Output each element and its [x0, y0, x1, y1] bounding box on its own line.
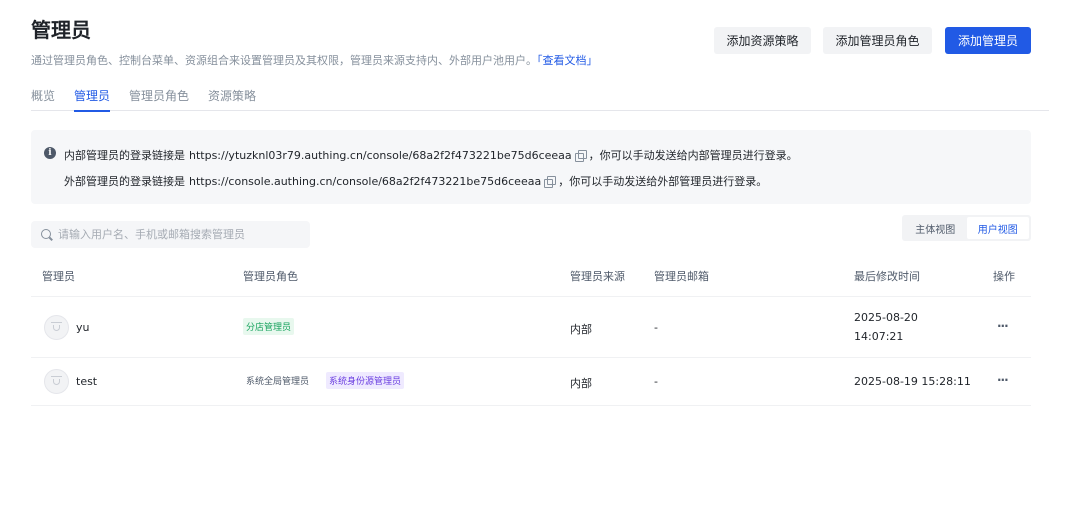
more-actions-icon[interactable]: ··· — [997, 319, 1009, 333]
tab-bar: 概览 管理员 管理员角色 资源策略 — [31, 88, 1049, 112]
search-icon — [41, 228, 53, 241]
admin-name: yu — [76, 321, 90, 334]
admin-source: 内部 — [570, 323, 592, 336]
subject-view-option[interactable]: 主体视图 — [904, 217, 967, 239]
table-row: test 系统全局管理员 系统身份源管理员 内部 - 2025-08-19 15… — [31, 357, 1031, 405]
view-docs-link[interactable]: 「查看文档」 — [537, 54, 598, 67]
search-box — [31, 221, 310, 248]
copy-icon[interactable] — [574, 149, 587, 162]
external-login-info: 外部管理员的登录链接是 https://console.authing.cn/c… — [64, 173, 767, 189]
add-resource-policy-button[interactable]: 添加资源策略 — [714, 27, 811, 54]
tab-admins[interactable]: 管理员 — [74, 88, 111, 112]
column-header-modified: 最后修改时间 — [854, 270, 920, 283]
table-row: yu 分店管理员 内部 - 2025-08-20 14:07:21 ··· — [31, 296, 1031, 357]
internal-login-info: 内部管理员的登录链接是 https://ytuzknl03r79.authing… — [64, 147, 798, 163]
table-bottom-border — [31, 405, 1031, 406]
internal-login-prefix: 内部管理员的登录链接是 — [64, 149, 185, 162]
tab-overview[interactable]: 概览 — [31, 88, 55, 111]
add-admin-role-button[interactable]: 添加管理员角色 — [823, 27, 932, 54]
add-admin-button[interactable]: 添加管理员 — [945, 27, 1031, 54]
modified-date: 2025-08-20 — [854, 311, 918, 324]
admin-email: - — [654, 321, 658, 334]
user-view-option[interactable]: 用户视图 — [966, 217, 1029, 239]
modified-time: 14:07:21 — [854, 330, 904, 343]
role-tag: 系统全局管理员 — [246, 377, 310, 387]
admin-email: - — [654, 375, 658, 388]
admin-source: 内部 — [570, 377, 592, 390]
column-header-actions: 操作 — [993, 270, 1015, 283]
tab-resource-policies[interactable]: 资源策略 — [208, 88, 256, 111]
role-tag: 分店管理员 — [243, 318, 295, 335]
external-login-url: https://console.authing.cn/console/68a2f… — [189, 174, 542, 188]
admin-name: test — [76, 375, 98, 388]
column-header-role: 管理员角色 — [243, 270, 298, 283]
tab-admin-roles[interactable]: 管理员角色 — [129, 88, 189, 111]
column-header-source: 管理员来源 — [570, 270, 625, 283]
column-header-admin: 管理员 — [42, 270, 75, 283]
avatar — [44, 315, 69, 340]
description-text: 通过管理员角色、控制台菜单、资源组合来设置管理员及其权限，管理员来源支持内、外部… — [31, 54, 537, 67]
external-login-suffix: ，你可以手动发送给外部管理员进行登录。 — [558, 175, 768, 188]
search-input[interactable] — [58, 228, 298, 241]
info-icon: i — [44, 147, 56, 159]
internal-login-suffix: ，你可以手动发送给内部管理员进行登录。 — [588, 149, 798, 162]
modified-datetime: 2025-08-19 15:28:11 — [854, 375, 971, 388]
column-header-email: 管理员邮箱 — [654, 270, 709, 283]
view-switch: 主体视图 用户视图 — [902, 215, 1031, 241]
page-title: 管理员 — [31, 18, 91, 42]
avatar — [44, 369, 69, 394]
page-description: 通过管理员角色、控制台菜单、资源组合来设置管理员及其权限，管理员来源支持内、外部… — [31, 52, 598, 68]
more-actions-icon[interactable]: ··· — [997, 373, 1009, 387]
login-link-info-box: i 内部管理员的登录链接是 https://ytuzknl03r79.authi… — [31, 130, 1031, 204]
copy-icon[interactable] — [544, 175, 557, 188]
external-login-prefix: 外部管理员的登录链接是 — [64, 175, 185, 188]
internal-login-url: https://ytuzknl03r79.authing.cn/console/… — [189, 148, 572, 162]
role-tag: 系统身份源管理员 — [326, 372, 405, 389]
